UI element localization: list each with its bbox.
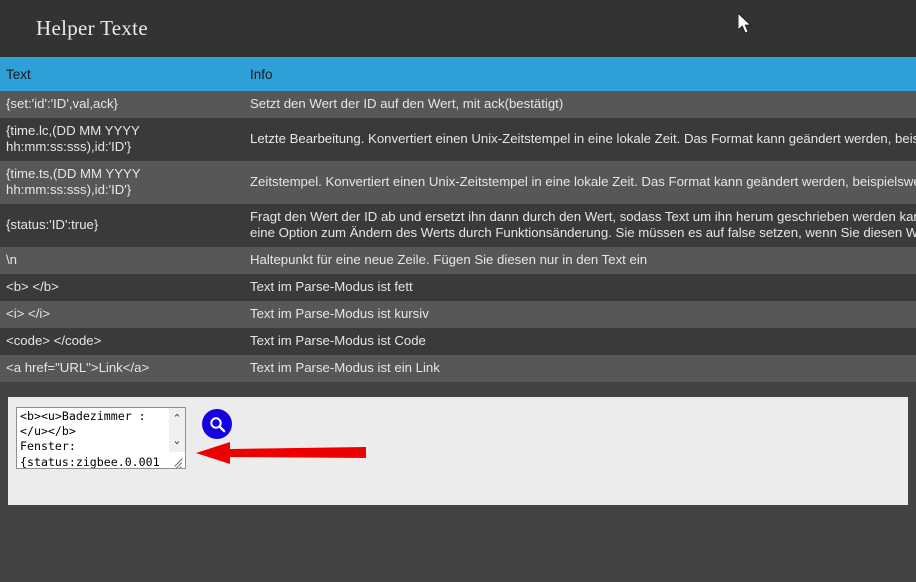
page-title: Helper Texte: [36, 16, 148, 40]
table-header: Text Info: [0, 57, 916, 91]
cell-info: Fragt den Wert der ID ab und ersetzt ihn…: [244, 204, 916, 247]
window-titlebar: Helper Texte: [0, 0, 916, 57]
editor-panel-content: <b><u>Badezimmer : </u></b> Fenster: {st…: [16, 407, 232, 469]
helper-texts-table-container: Text Info {set:'id':'ID',val,ack} Setzt d…: [0, 57, 916, 382]
cell-text: <i> </i>: [0, 301, 244, 328]
cell-text: {time.ts,(DD MM YYYY hh:mm:ss:sss),id:'I…: [0, 161, 244, 204]
helper-text-textarea[interactable]: <b><u>Badezimmer : </u></b> Fenster: {st…: [16, 407, 186, 469]
table-row[interactable]: {status:'ID':true} Fragt den Wert der ID …: [0, 204, 916, 247]
scroll-up-icon[interactable]: ⌃: [172, 413, 181, 424]
column-header-info[interactable]: Info: [244, 57, 916, 91]
table-header-row: Text Info: [0, 57, 916, 91]
cell-info: Setzt den Wert der ID auf den Wert, mit …: [244, 91, 916, 118]
scroll-down-icon[interactable]: ⌄: [172, 435, 181, 446]
cell-info: Text im Parse-Modus ist kursiv: [244, 301, 916, 328]
search-button[interactable]: [202, 409, 232, 439]
search-icon: [209, 416, 225, 432]
table-row[interactable]: {time.lc,(DD MM YYYY hh:mm:ss:sss),id:'I…: [0, 118, 916, 161]
table-row[interactable]: <b> </b> Text im Parse-Modus ist fett: [0, 274, 916, 301]
cell-info: Letzte Bearbeitung. Konvertiert einen Un…: [244, 118, 916, 161]
table-body: {set:'id':'ID',val,ack} Setzt den Wert de…: [0, 91, 916, 382]
column-header-text[interactable]: Text: [0, 57, 244, 91]
cell-info: Text im Parse-Modus ist fett: [244, 274, 916, 301]
table-row[interactable]: <code> </code> Text im Parse-Modus ist Co…: [0, 328, 916, 355]
cell-info: Zeitstempel. Konvertiert einen Unix-Zeit…: [244, 161, 916, 204]
textarea-scrollbar[interactable]: ⌃ ⌄: [169, 408, 185, 452]
table-row[interactable]: {set:'id':'ID',val,ack} Setzt den Wert de…: [0, 91, 916, 118]
table-row[interactable]: <i> </i> Text im Parse-Modus ist kursiv: [0, 301, 916, 328]
cell-text: {status:'ID':true}: [0, 204, 244, 247]
table-row[interactable]: {time.ts,(DD MM YYYY hh:mm:ss:sss),id:'I…: [0, 161, 916, 204]
cell-info: Text im Parse-Modus ist Code: [244, 328, 916, 355]
resize-grip-icon[interactable]: [171, 454, 184, 468]
table-row[interactable]: \n Haltepunkt für eine neue Zeile. Fügen …: [0, 247, 916, 274]
textarea-value[interactable]: <b><u>Badezimmer : </u></b> Fenster: {st…: [17, 408, 185, 468]
helper-texts-table: Text Info {set:'id':'ID',val,ack} Setzt d…: [0, 57, 916, 382]
cell-text: {set:'id':'ID',val,ack}: [0, 91, 244, 118]
editor-panel: <b><u>Badezimmer : </u></b> Fenster: {st…: [8, 397, 908, 505]
cell-text: {time.lc,(DD MM YYYY hh:mm:ss:sss),id:'I…: [0, 118, 244, 161]
table-row[interactable]: <a href="URL">Link</a> Text im Parse-Modu…: [0, 355, 916, 382]
cell-text: <b> </b>: [0, 274, 244, 301]
cell-info: Text im Parse-Modus ist ein Link: [244, 355, 916, 382]
cell-text: \n: [0, 247, 244, 274]
cell-info: Haltepunkt für eine neue Zeile. Fügen Si…: [244, 247, 916, 274]
cell-text: <a href="URL">Link</a>: [0, 355, 244, 382]
cell-text: <code> </code>: [0, 328, 244, 355]
